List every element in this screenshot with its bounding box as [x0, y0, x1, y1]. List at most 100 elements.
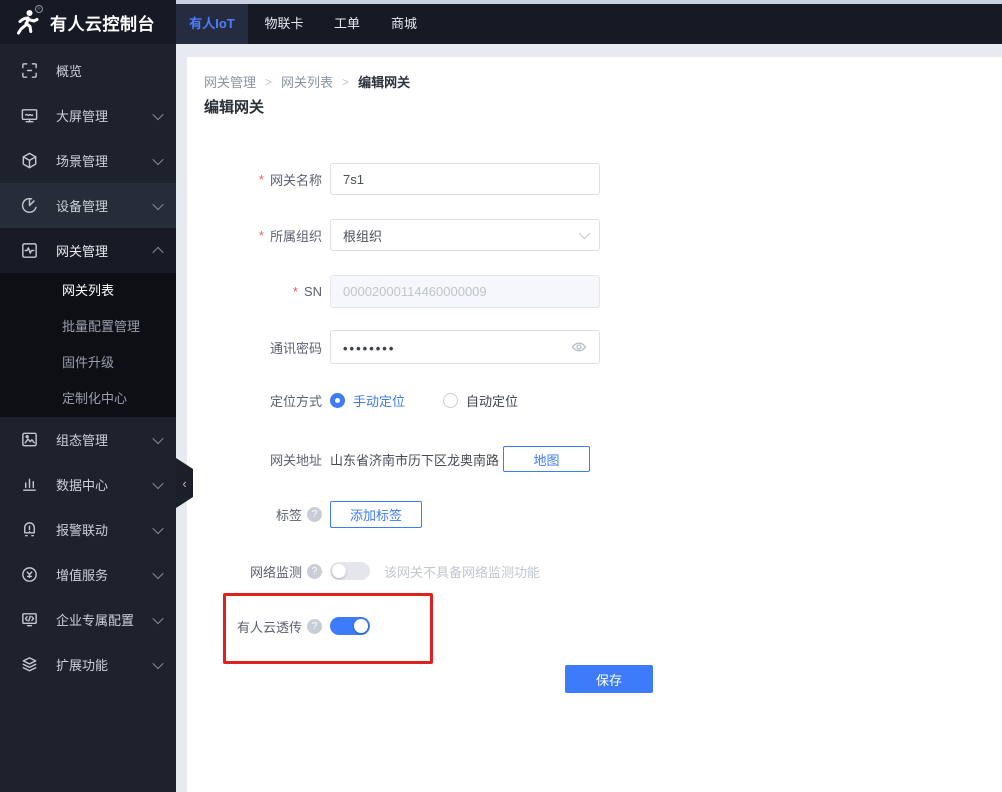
- network-monitor-hint: 该网关不具备网络监测功能: [384, 564, 541, 580]
- collapse-chevron-icon: ‹: [182, 475, 187, 491]
- tags-label: 标签 ?: [187, 505, 322, 524]
- sidebar-item-label: 扩展功能: [56, 658, 109, 673]
- content-card: 网关管理 > 网关列表 > 编辑网关 编辑网关 * 网关名称 7s1 * 所属组…: [187, 57, 1002, 792]
- sidebar-item-label: 设备管理: [56, 199, 109, 214]
- submenu-item-customization-center[interactable]: 定制化中心: [0, 381, 176, 417]
- form-row-positioning: 定位方式 手动定位 自动定位: [187, 391, 518, 409]
- form-row-cloud-passthrough: 有人云透传 ?: [187, 617, 370, 635]
- help-icon[interactable]: ?: [307, 507, 322, 522]
- help-icon[interactable]: ?: [307, 563, 322, 579]
- organization-label: * 所属组织: [258, 227, 322, 244]
- required-mark: *: [258, 171, 264, 187]
- enterprise-monitor-icon: [20, 610, 39, 629]
- scada-picture-icon: [20, 430, 39, 449]
- radio-auto-positioning[interactable]: [443, 392, 459, 408]
- page-title: 编辑网关: [204, 99, 265, 116]
- window-top-strip: [176, 0, 1002, 4]
- cloud-passthrough-toggle[interactable]: [330, 617, 370, 635]
- form-row-address: 网关地址 山东省济南市历下区龙奥南路 地图: [187, 446, 591, 472]
- sidebar-item-scada-mgmt[interactable]: 组态管理: [0, 417, 176, 462]
- sidebar-item-value-services[interactable]: 增值服务: [0, 552, 176, 597]
- value-service-icon: [20, 565, 39, 584]
- breadcrumb-gateway-list[interactable]: 网关列表: [281, 72, 333, 91]
- top-tab-workorder[interactable]: 工单: [331, 4, 363, 44]
- top-navbar: 有人IoT 物联卡 工单 商城: [176, 0, 1002, 44]
- radio-manual-positioning[interactable]: [330, 392, 345, 408]
- top-tab-sim[interactable]: 物联卡: [261, 4, 307, 44]
- sidebar-item-overview[interactable]: 概览: [0, 48, 176, 93]
- extension-layers-icon: [20, 655, 39, 674]
- sidebar-item-label: 大屏管理: [56, 109, 109, 124]
- required-mark: *: [292, 284, 298, 299]
- gateway-submenu: 网关列表 批量配置管理 固件升级 定制化中心: [0, 273, 176, 417]
- required-mark: *: [258, 227, 264, 243]
- breadcrumb-separator: >: [265, 74, 273, 89]
- sidebar-item-label: 增值服务: [56, 568, 109, 583]
- sidebar-item-data-center[interactable]: 数据中心: [0, 462, 176, 507]
- gateway-icon: [20, 241, 39, 260]
- app-title: 有人云控制台: [50, 14, 155, 34]
- radio-auto-positioning-label[interactable]: 自动定位: [466, 391, 518, 410]
- save-button[interactable]: 保存: [565, 665, 653, 693]
- logo[interactable]: ® 有人云控制台: [0, 0, 176, 44]
- sidebar-item-gateway-mgmt[interactable]: 网关管理: [0, 228, 176, 273]
- sidebar-item-alarm-linkage[interactable]: 报警联动: [0, 507, 176, 552]
- top-tab-iot[interactable]: 有人IoT: [176, 4, 248, 44]
- sidebar: ® 有人云控制台 概览 大屏管理 场景管理 设备管理 网关管理 网关列表 批量配…: [0, 0, 176, 792]
- toggle-knob: [332, 564, 346, 578]
- scene-cube-icon: [20, 151, 39, 170]
- eye-icon[interactable]: [571, 339, 587, 355]
- map-button[interactable]: 地图: [503, 446, 591, 472]
- chevron-down-icon: [152, 432, 164, 444]
- submenu-item-batch-config[interactable]: 批量配置管理: [0, 309, 176, 345]
- submenu-item-firmware-upgrade[interactable]: 固件升级: [0, 345, 176, 381]
- network-monitor-label: 网络监测 ?: [187, 562, 322, 581]
- sn-label: * SN: [292, 284, 322, 299]
- help-icon[interactable]: ?: [307, 618, 322, 634]
- add-tag-button[interactable]: 添加标签: [330, 501, 422, 528]
- form-row-organization: * 所属组织 根组织: [187, 219, 600, 251]
- toggle-knob: [354, 619, 368, 633]
- radio-manual-positioning-label[interactable]: 手动定位: [353, 391, 405, 410]
- breadcrumb-edit-gateway: 编辑网关: [358, 75, 411, 90]
- form-row-network-monitor: 网络监测 ? 该网关不具备网络监测功能: [187, 562, 540, 580]
- password-masked-value: ••••••••: [343, 340, 396, 356]
- address-value: 山东省济南市历下区龙奥南路: [330, 452, 500, 468]
- breadcrumb-gateway-mgmt[interactable]: 网关管理: [204, 72, 256, 91]
- chevron-down-icon: [152, 477, 164, 489]
- gateway-name-input[interactable]: 7s1: [330, 163, 600, 195]
- alarm-bell-icon: [20, 520, 39, 539]
- sidebar-item-scene-mgmt[interactable]: 场景管理: [0, 138, 176, 183]
- top-tab-mall[interactable]: 商城: [388, 4, 420, 44]
- chevron-up-icon: [152, 246, 164, 258]
- chevron-down-icon: [152, 198, 164, 210]
- form-row-sn: * SN 00002000114460000009: [187, 275, 600, 308]
- sidebar-item-label: 场景管理: [56, 154, 109, 169]
- address-label: 网关地址: [269, 452, 322, 468]
- chevron-down-icon: [152, 657, 164, 669]
- registered-mark: ®: [35, 5, 43, 13]
- gateway-name-label: * 网关名称: [258, 171, 322, 188]
- main-area: 网关管理 > 网关列表 > 编辑网关 编辑网关 * 网关名称 7s1 * 所属组…: [176, 44, 1002, 792]
- sn-input: 00002000114460000009: [330, 275, 600, 308]
- device-pie-icon: [20, 196, 39, 215]
- sidebar-item-label: 概览: [56, 64, 83, 79]
- network-monitor-toggle: [330, 562, 370, 580]
- runner-icon: ®: [11, 5, 43, 37]
- sidebar-item-label: 网关管理: [56, 244, 109, 259]
- organization-select[interactable]: 根组织: [330, 219, 600, 251]
- organization-value: 根组织: [343, 228, 383, 244]
- submenu-item-gateway-list[interactable]: 网关列表: [0, 273, 176, 309]
- sidebar-item-screen-mgmt[interactable]: 大屏管理: [0, 93, 176, 138]
- sidebar-item-enterprise-config[interactable]: 企业专属配置: [0, 597, 176, 642]
- comm-password-input[interactable]: ••••••••: [330, 330, 600, 364]
- breadcrumb-separator: >: [342, 74, 350, 89]
- overview-icon: [20, 61, 39, 80]
- chevron-down-icon: [152, 522, 164, 534]
- chevron-down-icon: [578, 227, 591, 240]
- sidebar-item-label: 企业专属配置: [56, 613, 135, 628]
- sidebar-item-device-mgmt[interactable]: 设备管理: [0, 183, 176, 228]
- cloud-passthrough-label: 有人云透传 ?: [187, 617, 322, 636]
- sidebar-item-extensions[interactable]: 扩展功能: [0, 642, 176, 687]
- data-bars-icon: [20, 475, 39, 494]
